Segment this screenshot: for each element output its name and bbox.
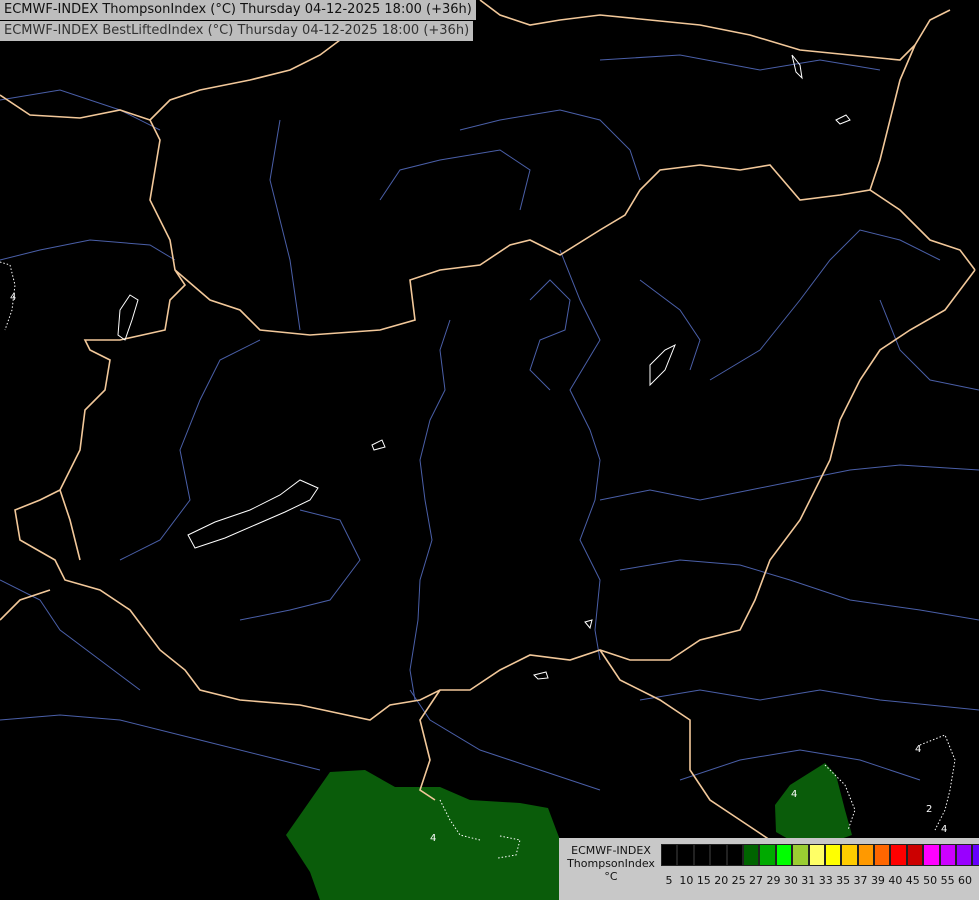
legend-tick-label: 20 — [714, 874, 729, 887]
legend-swatch — [939, 844, 957, 866]
legend-tick-label: 39 — [870, 874, 885, 887]
contour-label: 4 — [941, 824, 947, 835]
contour-label: 4 — [915, 744, 921, 755]
legend-unit: °C — [604, 870, 618, 883]
contour-label-group: 4 4 4 4 2 4 — [10, 292, 947, 844]
legend-tick-label: 60 — [958, 874, 972, 887]
contour-label: 4 — [791, 789, 797, 800]
legend-tick-label: 27 — [749, 874, 764, 887]
lakes — [117, 54, 851, 680]
legend-tick-label: 15 — [696, 874, 711, 887]
legend-tick-label: 50 — [923, 874, 938, 887]
legend-swatch — [775, 844, 793, 866]
legend-swatch — [841, 844, 858, 866]
legend-swatch — [824, 844, 842, 866]
weather-map-view: 4 4 4 4 2 4 ECMWF-INDEX ThompsonIndex (°… — [0, 0, 979, 900]
legend-swatch — [726, 844, 743, 866]
legend-label: ECMWF-INDEX ThompsonIndex °C — [563, 844, 659, 883]
legend-swatch — [742, 844, 760, 866]
legend-tick-label: 33 — [818, 874, 833, 887]
legend-tick-label: 37 — [853, 874, 868, 887]
contour-label: 4 — [430, 833, 436, 844]
thompson-area-south-west — [286, 770, 560, 900]
legend-tick-label: 5 — [665, 874, 673, 887]
legend-tick-label: 25 — [731, 874, 746, 887]
legend-swatch — [759, 844, 776, 866]
legend-ticks: 5 10 15 20 25 27 29 30 31 33 35 37 39 40 45 50 55 60 — [665, 874, 973, 888]
legend-swatch — [661, 844, 678, 866]
legend-swatch — [906, 844, 924, 866]
map-title-best-lifted-index: ECMWF-INDEX BestLiftedIndex (°C) Thursda… — [0, 21, 474, 41]
legend-tick-label: 55 — [940, 874, 955, 887]
legend-swatch — [710, 844, 727, 866]
legend-model: ECMWF-INDEX — [571, 844, 651, 857]
legend-swatch — [792, 844, 809, 866]
thompson-area-south-east — [775, 763, 852, 840]
legend-tick-label: 45 — [905, 874, 920, 887]
map-title-thompson-index: ECMWF-INDEX ThompsonIndex (°C) Thursday … — [0, 0, 476, 20]
legend-swatch — [808, 844, 825, 866]
rivers — [0, 54, 979, 791]
legend-tick-label: 30 — [783, 874, 798, 887]
legend-swatches — [661, 844, 979, 866]
legend-swatch — [890, 844, 907, 866]
map-canvas: 4 4 4 4 2 4 — [0, 0, 979, 900]
legend-swatch — [857, 844, 875, 866]
color-legend: ECMWF-INDEX ThompsonIndex °C 5 10 15 20 25 27… — [559, 838, 979, 900]
legend-tick-label: 10 — [679, 874, 694, 887]
legend-swatch — [677, 844, 694, 866]
legend-swatch — [923, 844, 940, 866]
contour-label: 2 — [926, 804, 932, 815]
legend-tick-label: 31 — [801, 874, 816, 887]
legend-tick-label: 29 — [766, 874, 781, 887]
contour-label: 4 — [10, 292, 16, 303]
country-borders — [0, 0, 976, 900]
legend-tick-label: 40 — [888, 874, 903, 887]
legend-swatch — [956, 844, 973, 866]
contour-lines — [0, 261, 956, 859]
legend-swatch — [693, 844, 711, 866]
legend-variable: ThompsonIndex — [567, 857, 655, 870]
legend-swatch — [972, 844, 979, 866]
legend-tick-label: 35 — [836, 874, 851, 887]
legend-swatch — [874, 844, 891, 866]
